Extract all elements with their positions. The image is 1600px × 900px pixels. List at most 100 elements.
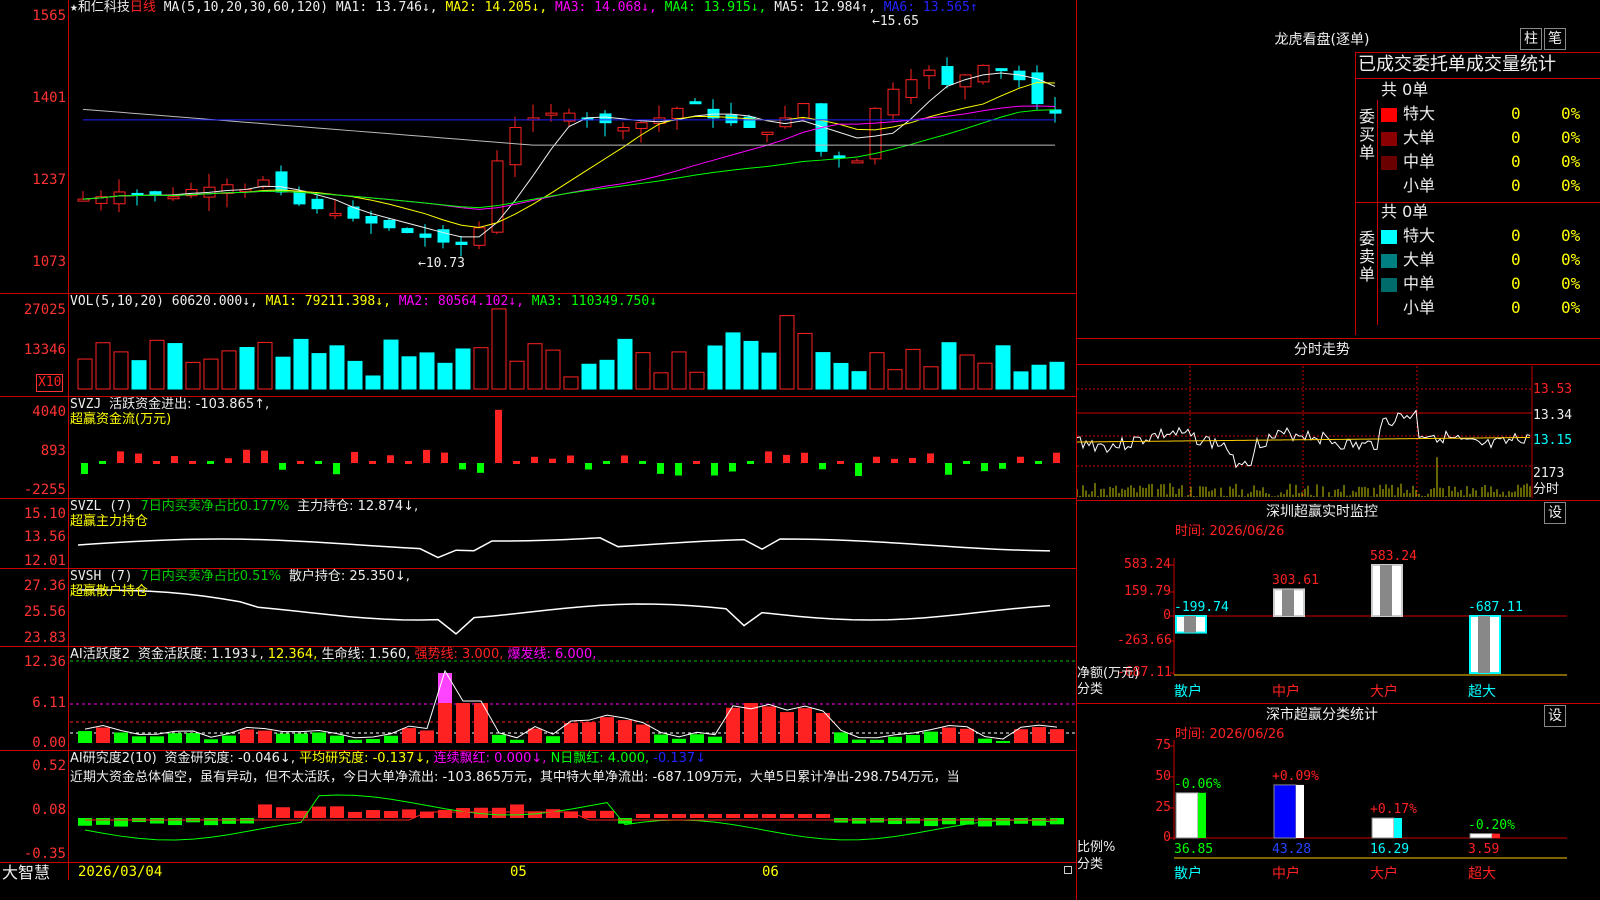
volume-bar	[959, 354, 975, 390]
research-bar	[708, 814, 722, 818]
volume-bar	[491, 308, 507, 390]
sz-monitor-value-label: -687.11	[1468, 600, 1523, 615]
candle-body	[149, 191, 162, 195]
fund-flow-bar	[261, 450, 268, 463]
sz-class-y-tick: 75	[1155, 738, 1171, 753]
ai-active-title: AI活跃度2	[70, 647, 130, 662]
sz-monitor-y-tick: 159.79	[1124, 584, 1171, 599]
volume-bar	[581, 363, 597, 390]
research-bar	[582, 810, 596, 818]
ma-item: MA2: 14.205↓,	[445, 0, 556, 15]
vol-item: 60620.000↓,	[171, 294, 266, 309]
ai-research-y-tick: 0.08	[32, 802, 66, 818]
left-chart-area[interactable]: ★和仁科技日线 MA(5,10,20,30,60,120) MA1: 13.74…	[0, 0, 1077, 900]
fund-flow-bar	[801, 452, 808, 463]
sz-monitor-bar-shade	[1282, 589, 1294, 616]
svzl-value: 主力持仓: 12.874↓,	[297, 499, 419, 514]
svsh-subtitle: 超赢散户持仓	[70, 584, 149, 599]
volume-bar	[653, 372, 669, 390]
volume-bar	[833, 362, 849, 390]
activity-bar	[780, 712, 794, 743]
intraday-chart[interactable]	[1077, 0, 1600, 900]
volume-bar	[1049, 361, 1065, 390]
lock-icon[interactable]	[1064, 866, 1072, 874]
sz-monitor-time: 时间: 2026/06/26	[1175, 524, 1285, 539]
sz-monitor-bar-shade	[1380, 565, 1392, 616]
activity-bar	[1032, 727, 1046, 743]
volume-bar	[383, 339, 399, 390]
research-bar	[492, 807, 506, 818]
sz-class-bar	[1469, 833, 1493, 839]
activity-bar	[78, 731, 92, 743]
svsh-y-tick: 23.83	[23, 630, 66, 646]
activity-bar	[132, 736, 146, 743]
fund-flow-bar	[153, 461, 160, 464]
candle-body	[923, 69, 936, 77]
svsh-y-tick: 27.36	[23, 578, 66, 594]
ai-research-header: AI研究度2(10) 资金研究度: -0.046↓, 平均研究度: -0.137…	[70, 751, 706, 767]
ai-active-header: AI活跃度2 资金活跃度: 1.193↓, 12.364, 生命线: 1.560…	[70, 647, 596, 663]
sz-class-settings-button[interactable]: 设	[1544, 705, 1566, 727]
volume-bar	[851, 371, 867, 390]
sz-class-value-label: 3.59	[1468, 842, 1500, 857]
fund-flow-bar	[585, 463, 592, 470]
volume-bar	[689, 371, 705, 390]
sz-monitor-title: 深圳超赢实时监控	[1266, 504, 1378, 520]
sz-class-category: 大户	[1370, 866, 1398, 882]
sz-class-y-tick: 0	[1163, 830, 1171, 845]
volume-bar	[275, 356, 291, 390]
sz-monitor-y-tick: 0	[1163, 608, 1171, 623]
sz-class-cat-label: 分类	[1077, 857, 1104, 872]
research-bar	[114, 818, 128, 827]
fund-flow-bar	[1035, 461, 1042, 464]
activity-bar	[870, 739, 884, 743]
volume-bar	[311, 353, 327, 390]
research-bar	[654, 814, 668, 818]
candle-body	[851, 160, 864, 164]
candle-body	[617, 126, 630, 132]
activity-bar	[996, 740, 1010, 743]
sz-monitor-y-tick: 583.24	[1124, 557, 1171, 572]
volume-bar	[203, 358, 219, 390]
ai-active-y-tick: 6.11	[32, 695, 66, 711]
period-label[interactable]: 日线	[130, 0, 156, 15]
research-bar	[384, 811, 398, 818]
fund-flow-bar	[891, 458, 898, 463]
activity-bar	[816, 712, 830, 743]
ai-research-y-tick: 0.52	[32, 758, 66, 774]
candle-body	[329, 212, 342, 217]
research-bar	[546, 809, 560, 818]
fund-flow-bar	[423, 449, 430, 463]
research-bar	[780, 814, 794, 818]
fund-flow-bar	[837, 461, 844, 464]
vol-y-tick: 13346	[23, 342, 66, 358]
candle-body	[401, 228, 414, 234]
fund-flow-bar	[1017, 456, 1024, 463]
svzj-y-tick: 4040	[32, 404, 66, 420]
fund-flow-bar	[531, 456, 538, 463]
candle-body	[113, 191, 126, 205]
volume-bar	[995, 345, 1011, 390]
research-bar	[744, 814, 758, 818]
fund-flow-bar	[297, 461, 304, 464]
fund-flow-bar	[693, 461, 700, 464]
price-y-tick: 1565	[32, 8, 66, 24]
candle-body	[797, 103, 810, 119]
price-y-tick: 1401	[32, 90, 66, 106]
price-header: ★和仁科技日线 MA(5,10,20,30,60,120) MA1: 13.74…	[70, 0, 978, 16]
brand-label: 大智慧	[2, 863, 51, 882]
activity-bar	[420, 730, 434, 743]
research-bar	[996, 818, 1010, 826]
activity-bar	[402, 728, 416, 743]
favorite-star-icon[interactable]: ★	[70, 0, 78, 15]
research-bar	[258, 804, 272, 818]
sz-monitor-settings-button[interactable]: 设	[1544, 502, 1566, 524]
ma-item: MA6: 13.565↑	[883, 0, 978, 15]
ma-item: MA4: 13.915↓,	[664, 0, 775, 15]
research-bar	[456, 808, 470, 818]
research-bar	[942, 818, 956, 825]
volume-bar	[599, 359, 615, 390]
activity-bar	[528, 728, 542, 743]
svzj-y-tick: -2255	[23, 482, 66, 498]
sz-monitor-value-label: -199.74	[1174, 600, 1229, 615]
